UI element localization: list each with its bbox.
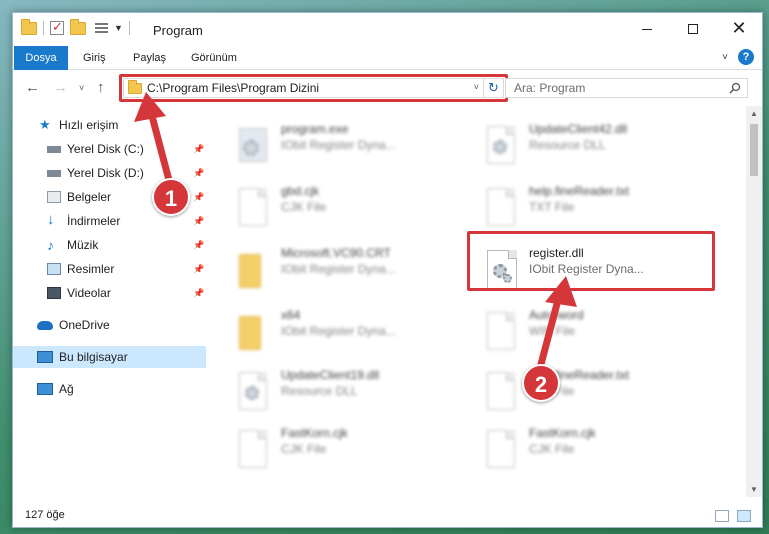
scroll-down-icon[interactable]: ▼ xyxy=(750,485,758,494)
sidebar-item-this-pc[interactable]: Bu bilgisayar xyxy=(13,346,206,368)
minimize-icon xyxy=(642,28,652,30)
status-bar: 127 öğe xyxy=(13,505,762,527)
pin-icon[interactable]: 📌 xyxy=(193,138,204,160)
document-icon xyxy=(483,428,517,472)
sidebar-item-quick-access[interactable]: ★ Hızlı erişim xyxy=(13,114,206,136)
divider xyxy=(43,21,44,35)
file-item[interactable]: Autorword WIN File xyxy=(483,306,713,362)
up-button[interactable]: ↑ xyxy=(97,79,105,96)
pictures-icon xyxy=(47,263,61,275)
pin-icon[interactable]: 📌 xyxy=(193,162,204,184)
search-input[interactable]: Ara: Program xyxy=(505,78,748,98)
vertical-scrollbar[interactable]: ▲ ▼ xyxy=(746,106,762,497)
address-highlight-box xyxy=(119,74,508,102)
title-bar: ▼ Program ✕ xyxy=(13,13,762,46)
details-view-icon[interactable] xyxy=(715,510,729,522)
sidebar-item-pictures[interactable]: Resimler 📌 xyxy=(13,258,206,280)
new-folder-icon[interactable] xyxy=(70,18,86,35)
help-icon[interactable]: ? xyxy=(738,49,754,65)
sidebar-item-music[interactable]: ♪ Müzik 📌 xyxy=(13,234,206,256)
tab-view[interactable]: Görünüm xyxy=(179,46,249,70)
forward-button[interactable]: → xyxy=(53,79,68,96)
dll-icon xyxy=(483,124,517,168)
pin-icon[interactable]: 📌 xyxy=(193,210,204,232)
file-list: program.exe IObit Register Dyna... Updat… xyxy=(213,106,745,497)
pin-icon[interactable]: 📌 xyxy=(193,186,204,208)
file-item[interactable]: gbd.cjk CJK File xyxy=(235,182,465,238)
recent-locations-chevron-icon[interactable]: ˅ xyxy=(79,83,84,93)
file-item[interactable]: help.fineReader.txt TXT File xyxy=(483,182,713,238)
minimize-button[interactable] xyxy=(624,13,670,44)
tab-file[interactable]: Dosya xyxy=(14,46,68,70)
file-item[interactable]: program.exe IObit Register Dyna... xyxy=(235,120,465,176)
ribbon-tabs: Dosya Giriş Paylaş Görünüm ˅ ? xyxy=(13,46,762,70)
file-item[interactable]: UpdateClient42.dll Resource DLL xyxy=(483,120,713,176)
customize-toolbar-caret-icon[interactable]: ▼ xyxy=(114,23,123,33)
file-item[interactable]: FastKorn.cjk CJK File xyxy=(235,424,465,480)
step-2-badge: 2 xyxy=(522,364,560,402)
scroll-thumb[interactable] xyxy=(750,124,758,176)
close-button[interactable]: ✕ xyxy=(716,13,762,44)
star-icon: ★ xyxy=(39,117,51,132)
document-icon xyxy=(483,310,517,354)
large-icons-view-icon[interactable] xyxy=(737,510,751,522)
file-item[interactable]: UpdateClient19.dll Resource DLL xyxy=(235,366,465,422)
folder-icon xyxy=(235,310,269,354)
network-icon xyxy=(37,383,53,395)
navigation-bar: ← → ˅ ↑ C:\Program Files\Program Dizini … xyxy=(13,70,762,106)
file-item[interactable]: Microsoft.VC90.CRT IObit Register Dyna..… xyxy=(235,244,465,300)
download-icon: ↓ xyxy=(47,211,55,228)
document-icon xyxy=(483,370,517,414)
document-icon xyxy=(483,186,517,230)
scroll-up-icon[interactable]: ▲ xyxy=(750,109,758,118)
sidebar-item-videos[interactable]: Videolar 📌 xyxy=(13,282,206,304)
pin-icon[interactable]: 📌 xyxy=(193,234,204,256)
dll-icon xyxy=(235,370,269,414)
divider xyxy=(128,21,130,35)
sidebar-item-onedrive[interactable]: OneDrive xyxy=(13,314,206,336)
step-1-badge: 1 xyxy=(152,178,190,216)
maximize-button[interactable] xyxy=(670,13,716,44)
computer-icon xyxy=(37,351,53,363)
quick-access-toolbar: ▼ xyxy=(21,18,130,35)
tab-share[interactable]: Paylaş xyxy=(121,46,178,70)
sidebar-item-local-disk-c[interactable]: Yerel Disk (C:) 📌 xyxy=(13,138,206,160)
file-item[interactable]: help.fineReader.txt TXT File xyxy=(483,366,713,422)
window-title: Program xyxy=(153,23,203,38)
music-icon: ♪ xyxy=(47,237,54,253)
item-count: 127 öğe xyxy=(25,509,65,521)
expand-ribbon-chevron-icon[interactable]: ˅ xyxy=(722,52,728,63)
tab-home[interactable]: Giriş xyxy=(71,46,118,70)
navigation-pane: ★ Hızlı erişim Yerel Disk (C:) 📌 Yerel D… xyxy=(13,106,206,497)
folder-icon xyxy=(21,18,37,35)
file-highlight-box xyxy=(467,231,715,291)
sidebar-item-network[interactable]: Ağ xyxy=(13,378,206,400)
exe-icon xyxy=(235,124,269,168)
folder-icon xyxy=(235,248,269,292)
drive-icon xyxy=(47,170,61,177)
document-icon xyxy=(235,428,269,472)
properties-check-icon[interactable] xyxy=(50,19,64,35)
videos-icon xyxy=(47,287,61,299)
pin-icon[interactable]: 📌 xyxy=(193,282,204,304)
file-item[interactable]: x64 IObit Register Dyna... xyxy=(235,306,465,362)
file-item[interactable]: FastKorn.cjk CJK File xyxy=(483,424,713,480)
documents-icon xyxy=(47,191,61,203)
back-button[interactable]: ← xyxy=(25,79,40,96)
document-icon xyxy=(235,186,269,230)
search-placeholder: Ara: Program xyxy=(514,81,586,95)
maximize-icon xyxy=(688,24,698,35)
pin-icon[interactable]: 📌 xyxy=(193,258,204,280)
rename-icon[interactable] xyxy=(92,21,108,35)
drive-icon xyxy=(47,146,61,153)
search-icon[interactable] xyxy=(729,82,741,94)
cloud-icon xyxy=(37,321,53,330)
